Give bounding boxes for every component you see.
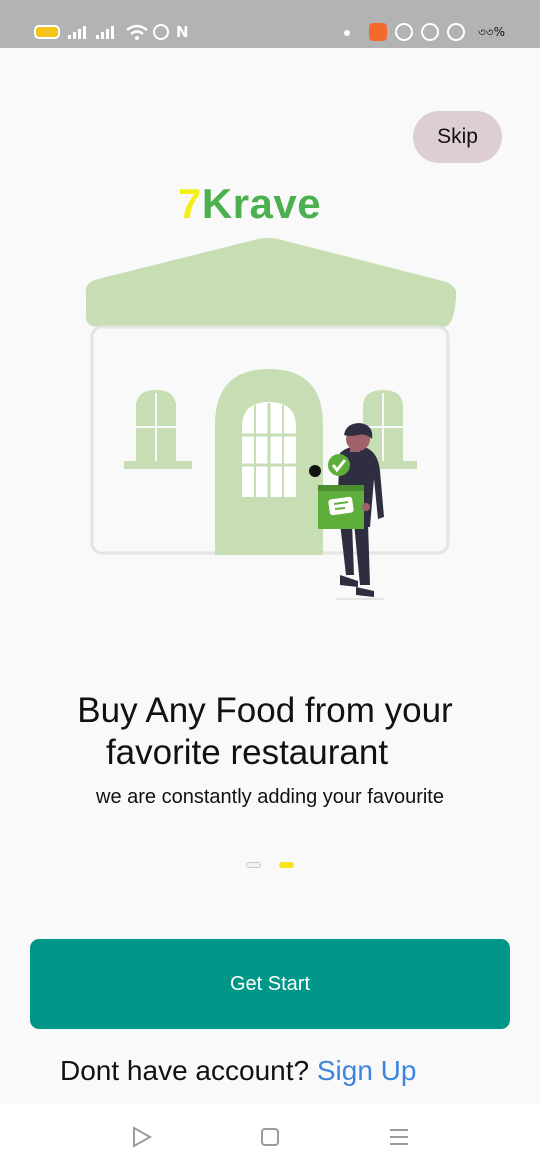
battery-percentage: ৩৩% [478,25,506,39]
headline-line-2: favorite restaurant [105,733,389,772]
notification-dot-icon [344,30,350,36]
account-prompt-text: Dont have account? [60,1055,310,1086]
app-icon [369,23,387,41]
get-start-button[interactable]: Get Start [30,939,510,1029]
facebook-icon [395,23,413,41]
skip-button[interactable]: Skip [413,111,502,163]
menu-icon[interactable] [388,1126,410,1148]
wifi-icon [126,24,148,40]
onboarding-subtitle: we are constantly adding your favourite [96,786,444,808]
logo-part-word: Krave [201,180,322,227]
app-logo: 7Krave [178,180,321,228]
back-triangle-icon[interactable] [131,1126,153,1148]
page-dot-1[interactable] [246,862,261,868]
account-prompt: Dont have account? Sign Up [60,1055,416,1087]
status-bar: N ৩৩% [0,0,540,48]
logo-part-number: 7 [178,180,202,227]
signal-icon [96,25,118,39]
headline-line-1: Buy Any Food from your [77,691,453,730]
home-square-icon[interactable] [259,1126,281,1148]
signal-icon [68,25,90,39]
mountain-app-icon [447,23,465,41]
nfc-icon: N [176,23,189,41]
navigation-bar [0,1104,540,1170]
page-indicator [246,862,294,868]
sign-up-link[interactable]: Sign Up [317,1055,417,1086]
page-dot-2-active[interactable] [279,862,294,868]
messenger-icon [421,23,439,41]
onboarding-headline: Buy Any Food from your favorite restaura… [0,690,530,774]
alarm-icon [153,24,169,40]
battery-icon [34,25,60,39]
delivery-house-illustration [85,238,457,600]
